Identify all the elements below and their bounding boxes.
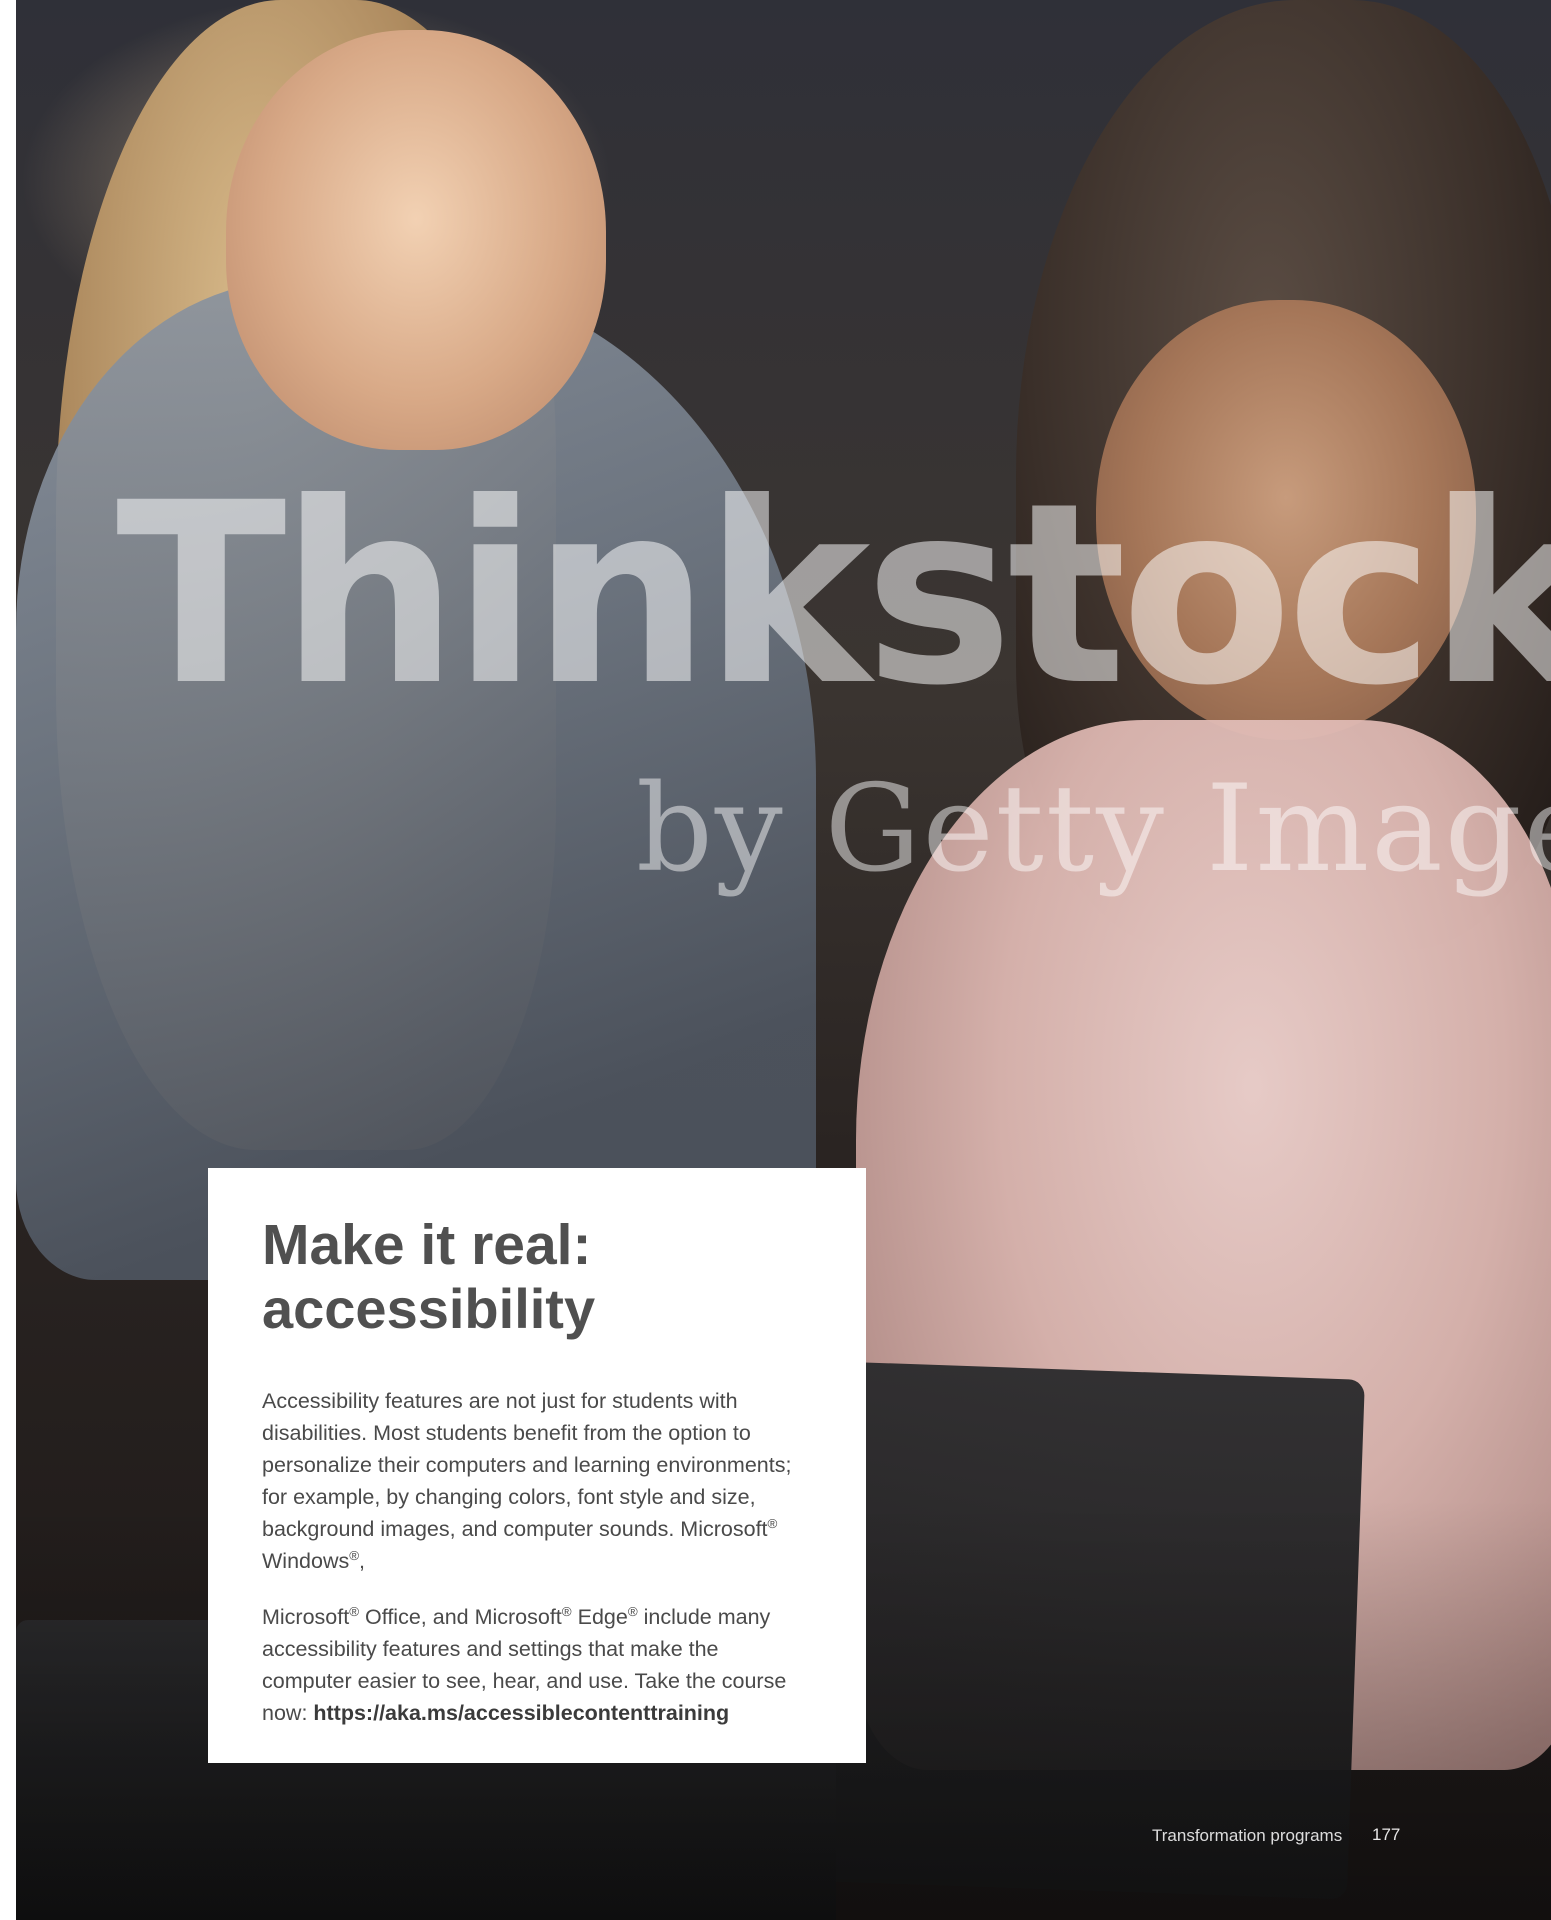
para1-text-a: Accessibility features are not just for …: [262, 1388, 792, 1541]
watermark-brand: Thinkstock: [116, 449, 1551, 740]
card-subtitle: accessibility: [262, 1276, 596, 1340]
registered-mark: ®: [627, 1603, 638, 1619]
page: Thinkstock by Getty Images Make it real:…: [0, 0, 1551, 1920]
para1-text-b: Windows: [262, 1548, 350, 1573]
page-left-margin: [0, 0, 16, 1920]
card-title: Make it real:: [262, 1213, 592, 1277]
registered-mark: ®: [349, 1603, 360, 1619]
para2-text-c: Edge: [571, 1604, 628, 1629]
para2-text-b: Office, and Microsoft: [359, 1604, 562, 1629]
footer-section-title: Transformation programs: [1152, 1826, 1343, 1845]
callout-card: Make it real: accessibility Accessibilit…: [208, 1168, 866, 1763]
card-paragraph-2: Microsoft® Office, and Microsoft® Edge® …: [262, 1601, 814, 1729]
registered-mark: ®: [767, 1515, 778, 1531]
card-paragraph-1: Accessibility features are not just for …: [262, 1385, 814, 1577]
registered-mark: ®: [349, 1547, 360, 1563]
course-link[interactable]: https://aka.ms/accessiblecontenttraining: [313, 1701, 729, 1725]
registered-mark: ®: [561, 1603, 572, 1619]
page-number: 177: [1372, 1825, 1401, 1844]
left-person-face: [226, 30, 606, 450]
watermark-byline: by Getty Images: [636, 760, 1551, 899]
para1-text-c: ,: [359, 1548, 366, 1573]
para2-text-a: Microsoft: [262, 1604, 350, 1629]
